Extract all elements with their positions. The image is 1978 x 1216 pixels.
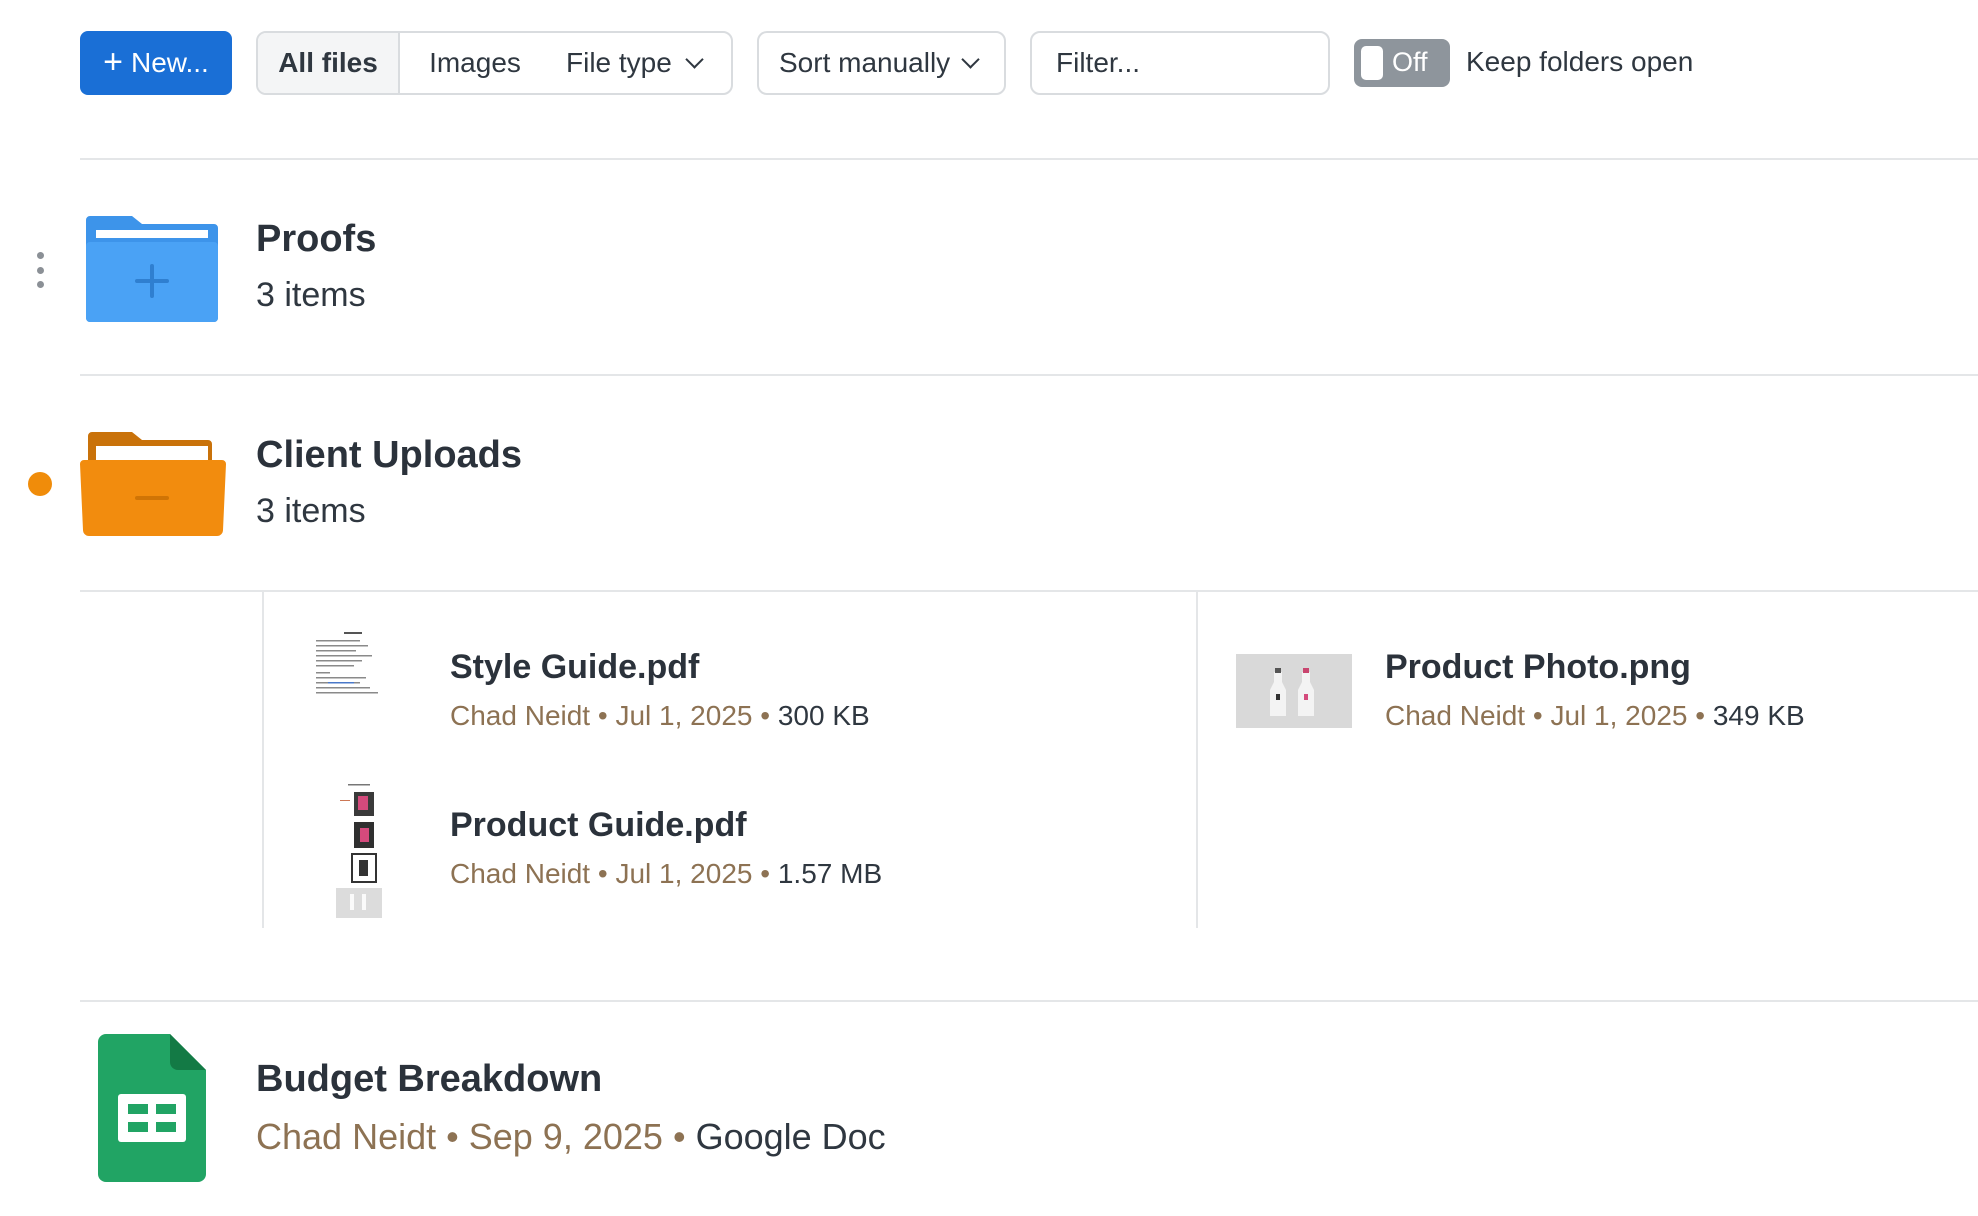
meta-separator: • <box>760 858 771 889</box>
meta-separator: • <box>760 700 771 731</box>
file-date: Jul 1, 2025 <box>615 858 753 889</box>
file-name[interactable]: Budget Breakdown <box>256 1058 602 1101</box>
meta-separator: • <box>597 858 608 889</box>
meta-separator: • <box>1695 700 1706 731</box>
pdf-thumbnail[interactable] <box>312 630 388 702</box>
more-options-icon[interactable] <box>34 252 46 288</box>
keep-folders-open-toggle[interactable]: Off <box>1354 39 1450 87</box>
folder-name[interactable]: Proofs <box>256 218 376 261</box>
sort-dropdown[interactable]: Sort manually <box>757 31 1006 95</box>
file-size: 349 KB <box>1712 700 1805 731</box>
new-button[interactable]: + New... <box>80 31 232 95</box>
chevron-down-icon <box>961 50 980 69</box>
google-sheets-icon[interactable] <box>98 1034 206 1182</box>
column-divider <box>1196 592 1198 928</box>
folder-item-count: 3 items <box>256 492 366 530</box>
file-size: 300 KB <box>777 700 870 731</box>
divider <box>80 374 1978 376</box>
folder-open-orange-icon[interactable] <box>80 430 226 538</box>
file-name[interactable]: Style Guide.pdf <box>450 648 699 687</box>
meta-separator: • <box>672 1116 686 1157</box>
file-name[interactable]: Product Guide.pdf <box>450 806 747 845</box>
chevron-down-icon <box>685 50 704 69</box>
sort-label: Sort manually <box>779 47 951 78</box>
file-filter-segmented-control: All files Images File type <box>256 31 733 95</box>
file-meta: Chad Neidt • Sep 9, 2025 • Google Doc <box>256 1116 886 1158</box>
file-type-label: File type <box>566 47 672 78</box>
file-date: Jul 1, 2025 <box>615 700 753 731</box>
file-author: Chad Neidt <box>450 858 591 889</box>
file-meta: Chad Neidt • Jul 1, 2025 • 349 KB <box>1385 700 1805 732</box>
folder-item-count: 3 items <box>256 276 366 314</box>
image-thumbnail[interactable] <box>1236 654 1352 728</box>
filter-input[interactable] <box>1030 31 1330 95</box>
toggle-state-label: Off <box>1392 47 1428 77</box>
meta-separator: • <box>1532 700 1543 731</box>
divider <box>80 158 1978 160</box>
file-meta: Chad Neidt • Jul 1, 2025 • 300 KB <box>450 700 870 732</box>
toggle-knob <box>1361 46 1383 80</box>
file-kind: Google Doc <box>695 1116 886 1157</box>
folder-blue-icon[interactable] <box>84 214 220 322</box>
file-author: Chad Neidt <box>450 700 591 731</box>
unread-indicator-dot <box>28 472 52 496</box>
file-author: Chad Neidt <box>256 1116 437 1157</box>
column-divider <box>262 592 264 928</box>
meta-separator: • <box>446 1116 459 1157</box>
divider <box>80 590 1978 592</box>
segment-all-files[interactable]: All files <box>258 33 400 93</box>
divider <box>80 1000 1978 1002</box>
plus-icon: + <box>103 43 124 81</box>
pdf-thumbnail[interactable] <box>334 782 384 918</box>
new-button-label: New... <box>131 47 209 78</box>
file-size: 1.57 MB <box>777 858 883 889</box>
segment-images[interactable]: Images <box>400 33 550 93</box>
file-date: Sep 9, 2025 <box>468 1116 663 1157</box>
file-author: Chad Neidt <box>1385 700 1526 731</box>
segment-file-type-dropdown[interactable]: File type <box>550 33 704 93</box>
file-date: Jul 1, 2025 <box>1550 700 1688 731</box>
folder-name[interactable]: Client Uploads <box>256 434 522 477</box>
keep-folders-open-label: Keep folders open <box>1466 46 1694 77</box>
file-name[interactable]: Product Photo.png <box>1385 648 1691 687</box>
file-meta: Chad Neidt • Jul 1, 2025 • 1.57 MB <box>450 858 882 890</box>
meta-separator: • <box>597 700 608 731</box>
